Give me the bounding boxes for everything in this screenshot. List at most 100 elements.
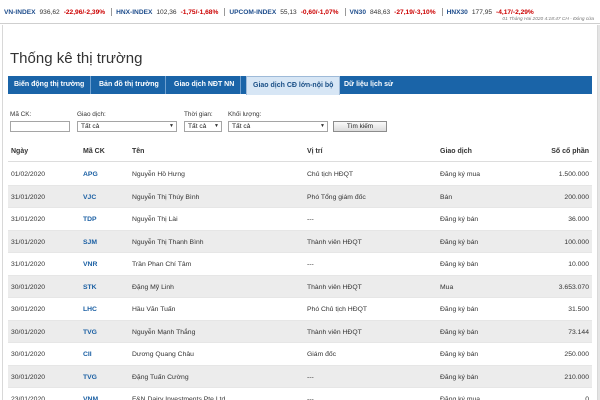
col-date-header[interactable]: Ngày — [11, 148, 28, 155]
col-code-header[interactable]: Mã CK — [83, 148, 105, 155]
cell-shares: 10.000 — [568, 261, 589, 268]
volume-select-value: Tất cả — [232, 123, 251, 130]
stock-code-input[interactable] — [10, 121, 70, 132]
cell-shares: 250.000 — [564, 351, 589, 358]
ticker-name: HNX30 — [446, 8, 468, 16]
cell-stock-code[interactable]: TVG — [83, 374, 97, 381]
cell-shares: 3.653.070 — [558, 283, 589, 291]
cell-transaction: Đăng ký mua — [440, 396, 481, 400]
ticker-value: 177,95 — [471, 8, 493, 16]
tab-bar: Biến động thị trường Bản đồ thị trường G… — [8, 76, 592, 95]
ticker-value: 936,62 — [39, 8, 60, 16]
cell-stock-code[interactable]: LHC — [83, 306, 97, 313]
cell-position: --- — [307, 396, 314, 400]
col-position-header[interactable]: Vị trí — [307, 148, 323, 155]
cell-date: 31/01/2020 — [11, 261, 46, 268]
table-row: 30/01/2020 TVG Nguyễn Mạnh Thắng Thành viên… — [8, 320, 592, 343]
ticker-change: -4,17/-2,29% — [496, 8, 534, 16]
ticker-row: VN-INDEX 936,62 -22,96/-2,39% HNX-INDEX 102,… — [4, 8, 538, 16]
cell-transaction: Bán — [440, 193, 453, 201]
ticker-change: -1,75/-1,68% — [180, 8, 219, 16]
cell-stock-code[interactable]: TVG — [83, 329, 97, 336]
ticker-change: -27,19/-3,10% — [394, 8, 436, 16]
ticker-vn-index[interactable]: VN-INDEX 936,62 -22,96/-2,39% — [4, 9, 105, 16]
cell-stock-code[interactable]: CII — [83, 351, 92, 358]
time-select-value: Tất cả — [188, 123, 207, 130]
table-header: Ngày Mã CK Tên Vị trí Giao dịch Số cổ ph… — [8, 141, 592, 162]
cell-date: 30/01/2020 — [11, 306, 46, 313]
cell-name: Nguyễn Thị Thúy Bình — [132, 193, 200, 201]
ticker-hnx30[interactable]: HNX30 177,95 -4,17/-2,29% — [447, 9, 534, 16]
ticker-divider — [344, 8, 346, 16]
cell-stock-code[interactable]: VJC — [83, 194, 96, 201]
cell-name: Hầu Văn Tuấn — [132, 306, 176, 313]
transaction-select[interactable]: Tất cả ▼ — [77, 121, 177, 132]
table-row: 31/01/2020 VJC Nguyễn Thị Thúy Bình Phó Tổn… — [8, 185, 592, 208]
tab-foreign-investor-trading[interactable]: Giao dịch NĐT NN — [168, 76, 242, 94]
cell-date: 31/01/2020 — [11, 216, 46, 223]
cell-transaction: Đăng ký bán — [440, 216, 479, 223]
tab-historical-data[interactable]: Dữ liệu lịch sử — [338, 76, 399, 94]
cell-date: 23/01/2020 — [11, 396, 46, 400]
time-label: Thời gian: — [184, 111, 213, 118]
ticker-name: VN30 — [349, 8, 367, 16]
cell-shares: 73.144 — [568, 328, 589, 336]
page-title: Thống kê thị trường — [10, 50, 143, 67]
cell-date: 31/01/2020 — [11, 238, 46, 246]
tab-market-movement[interactable]: Biến động thị trường — [8, 76, 92, 94]
cell-transaction: Đăng ký bán — [440, 373, 479, 381]
ticker-upcom-index[interactable]: UPCOM-INDEX 55,13 -0,60/-1,07% — [229, 9, 338, 16]
cell-shares: 1.500.000 — [558, 171, 589, 178]
col-transaction-header[interactable]: Giao dịch — [440, 148, 472, 155]
ticker-divider — [111, 8, 113, 16]
cell-name: Đặng Mỹ Linh — [132, 283, 174, 291]
cell-transaction: Đăng ký bán — [440, 328, 479, 336]
cell-name: Nguyễn Mạnh Thắng — [132, 328, 196, 336]
cell-position: Giám đốc — [307, 351, 337, 358]
cell-stock-code[interactable]: VNM — [83, 396, 98, 400]
table-row: 23/01/2020 VNM F&N Dairy Investments Pte L… — [8, 388, 592, 400]
cell-name: Trần Phan Chí Tâm — [132, 261, 192, 268]
cell-transaction: Đăng ký bán — [440, 261, 479, 268]
cell-date: 01/02/2020 — [11, 171, 46, 178]
cell-position: Thành viên HĐQT — [307, 283, 362, 291]
cell-transaction: Đăng ký bán — [440, 351, 479, 358]
ticker-name: HNX-INDEX — [116, 8, 153, 16]
table-row: 01/02/2020 APG Nguyễn Hồ Hưng Chủ tịch HĐQT… — [8, 163, 592, 186]
chevron-down-icon: ▼ — [169, 123, 174, 129]
cell-stock-code[interactable]: VNR — [83, 261, 97, 268]
col-shares-header[interactable]: Số cổ phần — [551, 148, 589, 155]
cell-stock-code[interactable]: SJM — [83, 239, 97, 246]
ticker-vn30[interactable]: VN30 848,63 -27,19/-3,10% — [350, 9, 436, 16]
ticker-hnx-index[interactable]: HNX-INDEX 102,36 -1,75/-1,68% — [116, 9, 218, 16]
cell-shares: 100.000 — [564, 238, 589, 246]
volume-select[interactable]: Tất cả ▼ — [228, 121, 328, 132]
chevron-down-icon: ▼ — [320, 123, 325, 129]
col-name-header[interactable]: Tên — [132, 148, 144, 155]
cell-shares: 0 — [585, 396, 589, 400]
cell-position: Phó Chủ tịch HĐQT — [307, 306, 368, 313]
tab-market-map[interactable]: Bản đồ thị trường — [93, 76, 166, 94]
tab-insider-trading[interactable]: Giao dịch CĐ lớn-nội bộ — [246, 76, 341, 95]
table-row: 30/01/2020 STK Đặng Mỹ Linh Thành viên HĐQT… — [8, 275, 592, 298]
cell-stock-code[interactable]: TDP — [83, 216, 97, 223]
ticker-name: UPCOM-INDEX — [229, 8, 277, 16]
ticker-datetime: 01 Tháng Hai 2020 4:18:47 CH - Đóng cửa — [502, 17, 594, 22]
cell-shares: 210.000 — [564, 373, 589, 381]
cell-stock-code[interactable]: APG — [83, 171, 98, 178]
ticker-value: 102,36 — [156, 8, 177, 16]
search-button[interactable]: Tìm kiếm — [333, 121, 387, 132]
cell-name: Dương Quang Châu — [132, 351, 194, 358]
cell-position: --- — [307, 216, 314, 223]
cell-transaction: Mua — [440, 283, 454, 291]
cell-date: 30/01/2020 — [11, 351, 46, 358]
cell-name: Đặng Tuấn Cường — [132, 373, 189, 381]
cell-stock-code[interactable]: STK — [83, 284, 97, 291]
cell-date: 30/01/2020 — [11, 373, 46, 381]
cell-name: Nguyễn Thị Thanh Bình — [132, 238, 204, 246]
ticker-divider — [441, 8, 443, 16]
table-row: 31/01/2020 SJM Nguyễn Thị Thanh Bình Thành … — [8, 230, 592, 253]
ticker-change: -22,96/-2,39% — [63, 8, 106, 16]
table-row: 31/01/2020 VNR Trần Phan Chí Tâm --- Đăng ký… — [8, 253, 592, 276]
time-select[interactable]: Tất cả ▼ — [184, 121, 222, 132]
